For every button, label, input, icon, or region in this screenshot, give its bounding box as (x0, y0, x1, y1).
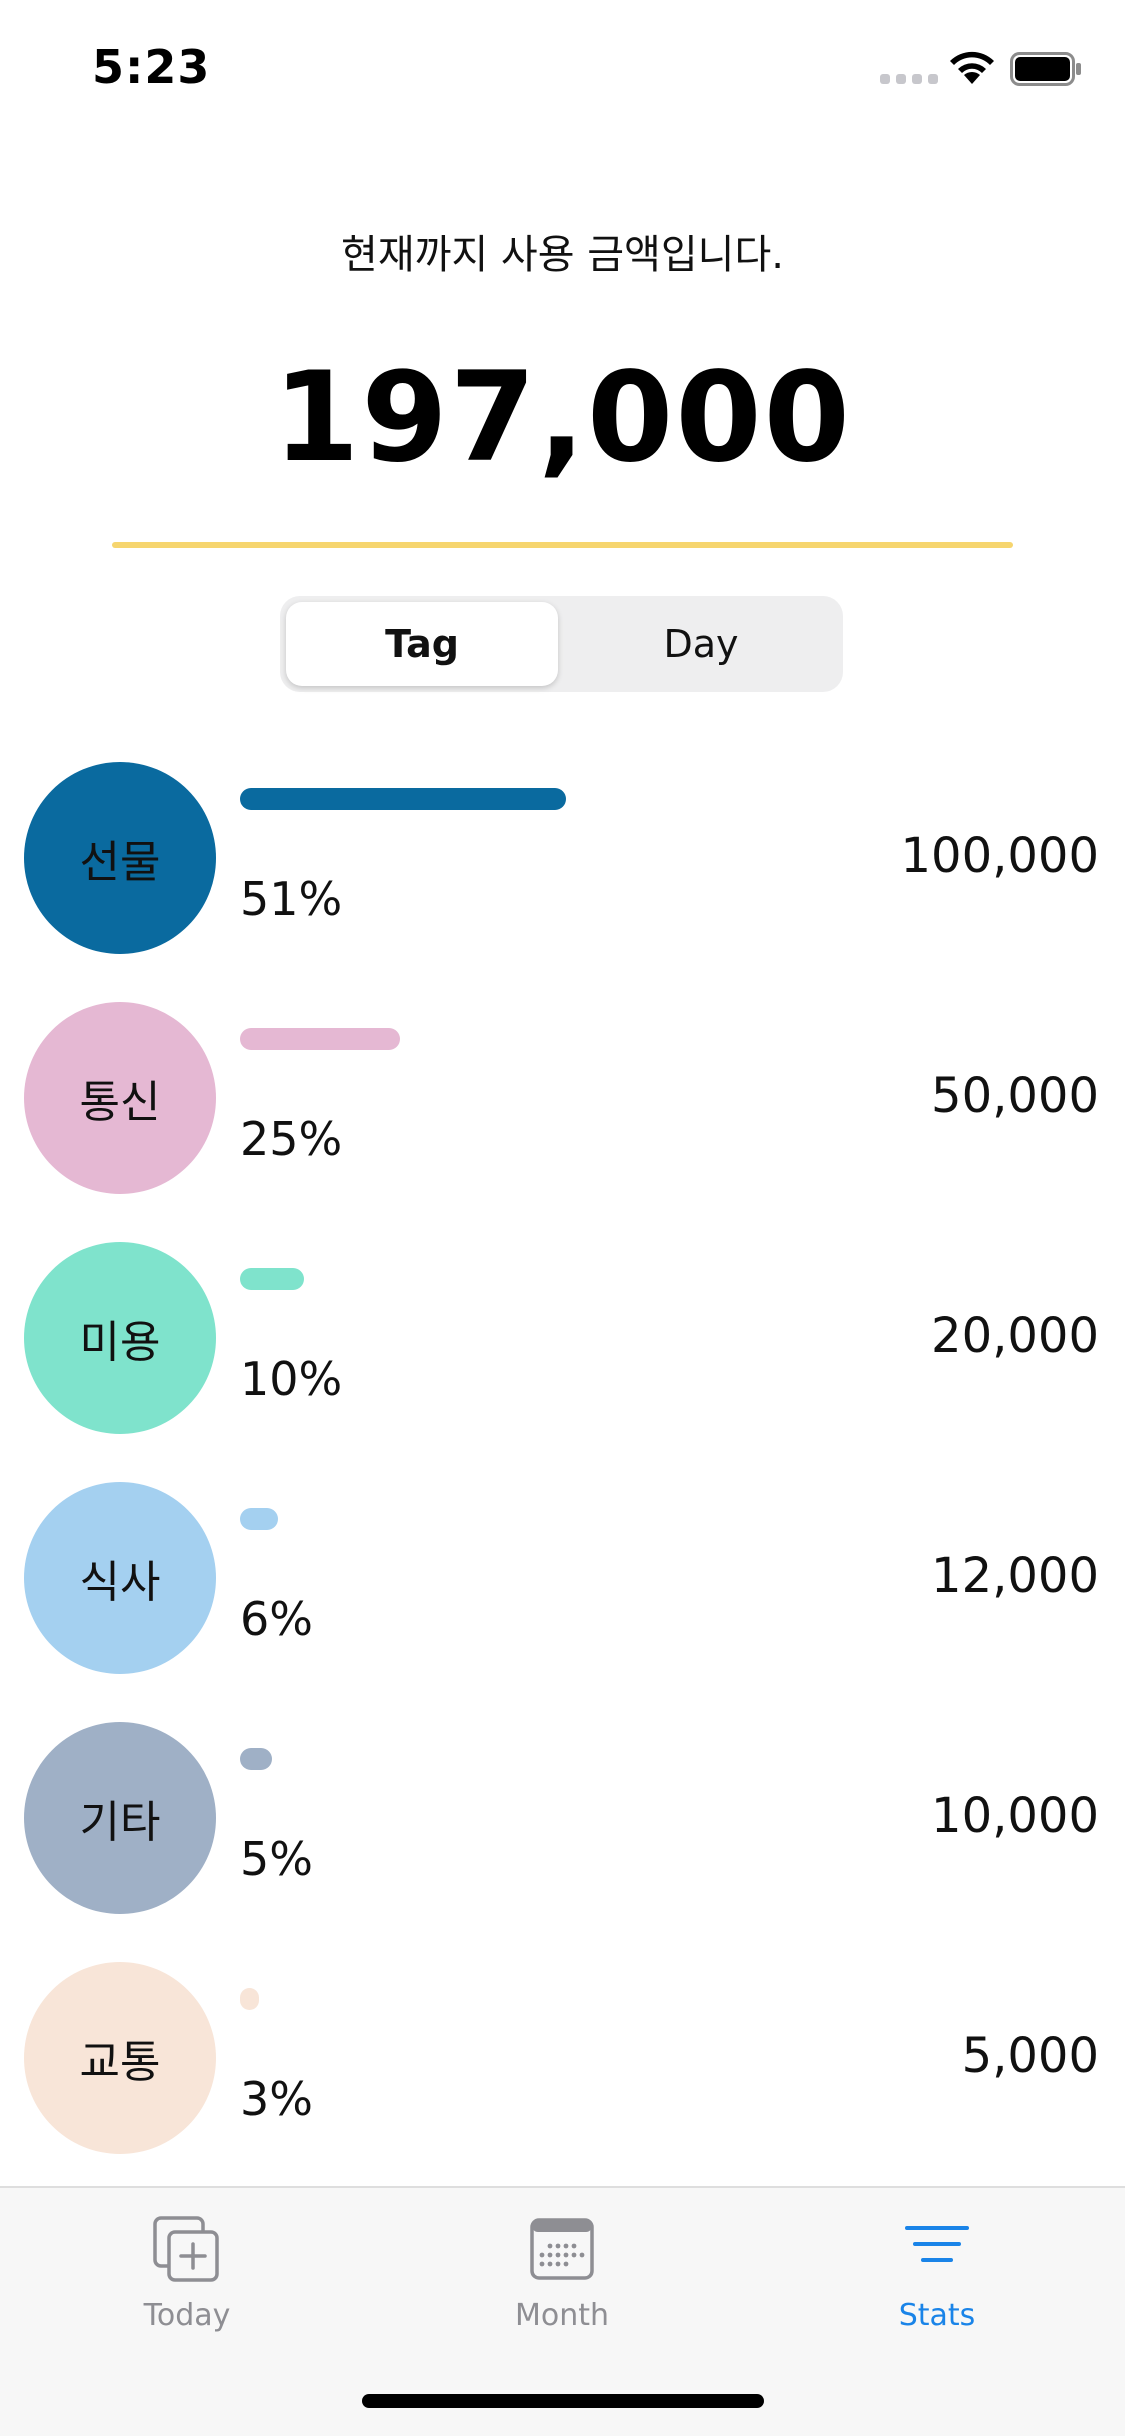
segment-tag[interactable]: Tag (286, 602, 558, 686)
status-time: 5:23 (92, 40, 211, 94)
tab-stats-label: Stats (898, 2298, 976, 2333)
calendar-icon (530, 2218, 594, 2280)
tag-circle: 식사 (24, 1482, 216, 1674)
stats-screen: 5:23 현재까지 사용 금액입니다. 197,000 Tag Day 선물 5… (0, 0, 1125, 2436)
tab-today[interactable]: Today (87, 2214, 287, 2333)
amount-label: 10,000 (931, 1788, 1099, 1844)
amount-label: 5,000 (961, 2028, 1099, 2084)
tag-circle: 교통 (24, 1962, 216, 2154)
summary-subtitle: 현재까지 사용 금액입니다. (341, 232, 784, 278)
list-item[interactable]: 식사 6% 12,000 (0, 1480, 1125, 1720)
percent-label: 6% (240, 1592, 313, 1646)
percent-label: 10% (240, 1352, 343, 1406)
list-item[interactable]: 기타 5% 10,000 (0, 1720, 1125, 1960)
percent-label: 3% (240, 2072, 313, 2126)
percent-label: 51% (240, 872, 343, 926)
tag-circle: 선물 (24, 762, 216, 954)
tab-today-label: Today (143, 2298, 231, 2333)
list-item[interactable]: 선물 51% 100,000 (0, 760, 1125, 1000)
amount-label: 100,000 (900, 828, 1100, 884)
add-square-icon (153, 2216, 219, 2282)
percent-bar (240, 1748, 272, 1770)
percent-label: 25% (240, 1112, 343, 1166)
percent-label: 5% (240, 1832, 313, 1886)
percent-bar (240, 788, 566, 810)
tag-circle: 통신 (24, 1002, 216, 1194)
percent-bar (240, 1268, 304, 1290)
percent-bar (240, 1508, 278, 1530)
status-bar: 5:23 (0, 0, 1125, 140)
percent-bar (240, 1028, 400, 1050)
segment-day[interactable]: Day (565, 602, 837, 686)
tab-stats[interactable]: Stats (837, 2214, 1037, 2333)
summary-divider (112, 542, 1013, 548)
wifi-icon (950, 51, 994, 84)
tag-circle: 미용 (24, 1242, 216, 1434)
battery-icon (1010, 52, 1081, 86)
home-indicator (362, 2394, 764, 2408)
amount-label: 50,000 (931, 1068, 1099, 1124)
list-item[interactable]: 통신 25% 50,000 (0, 1000, 1125, 1240)
list-item[interactable]: 교통 3% 5,000 (0, 1960, 1125, 2200)
cellular-signal-icon (880, 74, 938, 84)
total-amount: 197,000 (273, 346, 852, 490)
tab-month[interactable]: Month (462, 2214, 662, 2333)
tag-day-segmented-control: Tag Day (280, 596, 843, 692)
stats-lines-icon (905, 2226, 969, 2262)
percent-bar (240, 1988, 259, 2010)
amount-label: 12,000 (931, 1548, 1099, 1604)
amount-label: 20,000 (931, 1308, 1099, 1364)
list-item[interactable]: 미용 10% 20,000 (0, 1240, 1125, 1480)
tag-circle: 기타 (24, 1722, 216, 1914)
tab-month-label: Month (514, 2298, 610, 2333)
